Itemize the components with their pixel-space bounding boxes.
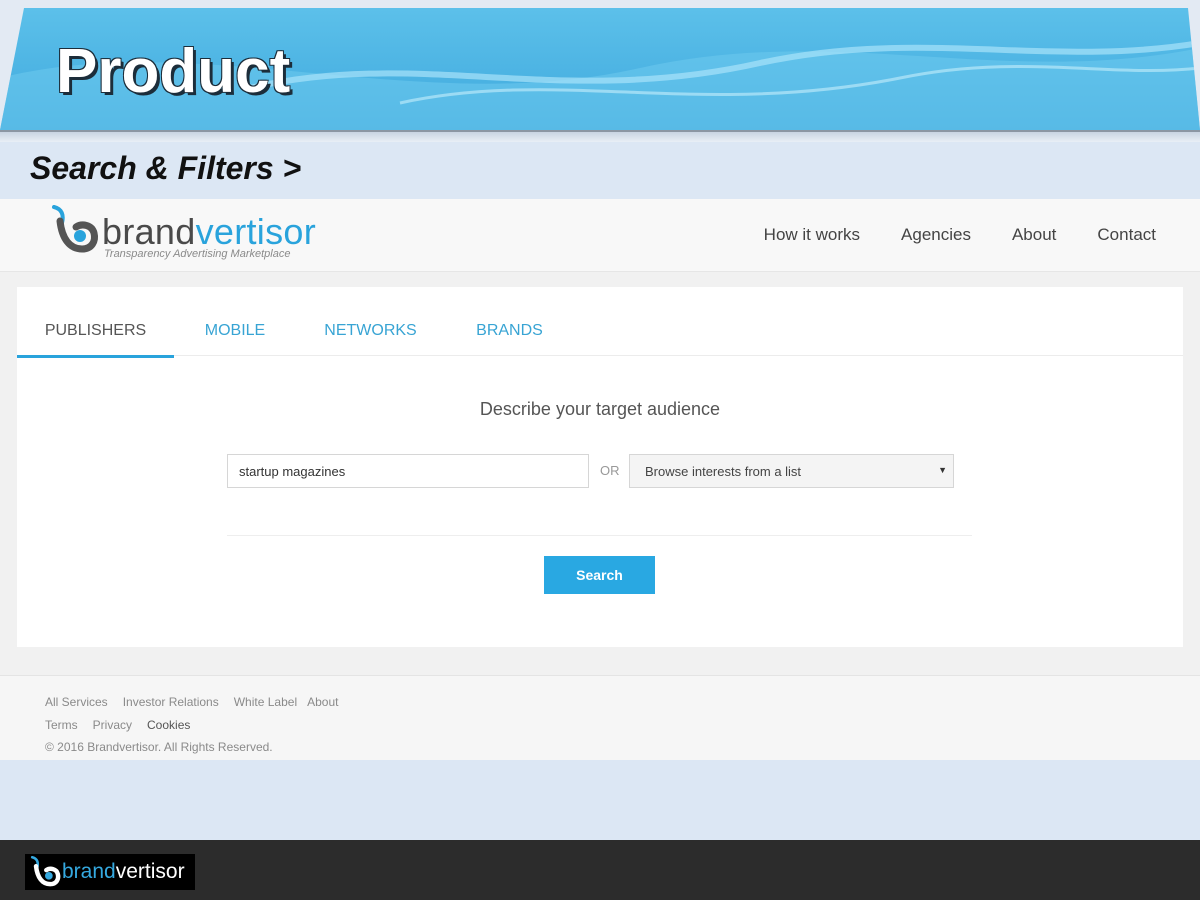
site-header: brandvertisor Transparency Advertising M… (0, 199, 1200, 272)
search-button[interactable]: Search (544, 556, 655, 594)
search-card: PUBLISHERS MOBILE NETWORKS BRANDS Descri… (17, 287, 1183, 647)
footer-logo-word-main: brand (62, 860, 116, 883)
footer-logo-word-accent: vertisor (115, 860, 185, 883)
footer-links-row-2: Terms Privacy Cookies (45, 718, 190, 732)
footer-link-terms[interactable]: Terms (45, 718, 78, 732)
brandvertisor-logo[interactable]: brandvertisor Transparency Advertising M… (48, 205, 328, 261)
footer-brand-logo: brandvertisor (25, 854, 195, 890)
website-screenshot: brandvertisor Transparency Advertising M… (0, 199, 1200, 760)
footer-link-investor-relations[interactable]: Investor Relations (123, 695, 219, 709)
footer-link-cookies[interactable]: Cookies (147, 718, 190, 732)
nav-contact[interactable]: Contact (1097, 225, 1156, 245)
tab-brands[interactable]: BRANDS (462, 309, 557, 355)
search-prompt: Describe your target audience (479, 399, 721, 419)
footer-link-all-services[interactable]: All Services (45, 695, 108, 709)
footer-link-privacy[interactable]: Privacy (93, 718, 132, 732)
slide-title: Product (56, 37, 291, 106)
interests-dropdown[interactable]: Browse interests from a list ▼ (629, 454, 954, 488)
logo-word-main: brand (102, 211, 196, 252)
or-separator: OR (600, 463, 620, 478)
slide-footer-bar: brandvertisor (0, 840, 1200, 900)
site-footer: All Services Investor Relations White La… (0, 675, 1200, 760)
tab-mobile[interactable]: MOBILE (187, 309, 283, 355)
nav-about[interactable]: About (1012, 225, 1056, 245)
brandvertisor-b-logo-icon (52, 205, 98, 253)
logo-word-accent: vertisor (195, 211, 316, 252)
slide-banner: Product (0, 0, 1200, 142)
brandvertisor-b-logo-icon (30, 856, 61, 887)
banner-divider (0, 130, 1200, 142)
footer-links-row-1: All Services Investor Relations White La… (45, 695, 338, 709)
copyright-text: © 2016 Brandvertisor. All Rights Reserve… (45, 740, 273, 754)
tab-publishers[interactable]: PUBLISHERS (17, 309, 174, 358)
caret-down-icon: ▼ (938, 465, 947, 475)
logo-tagline: Transparency Advertising Marketplace (104, 248, 291, 260)
footer-logo-wordmark: brandvertisor (62, 860, 185, 884)
slide-subtitle: Search & Filters > (30, 150, 302, 186)
main-nav: How it works Agencies About Contact (764, 225, 1156, 245)
nav-how-it-works[interactable]: How it works (764, 225, 860, 245)
tab-networks[interactable]: NETWORKS (307, 309, 434, 355)
logo-wordmark: brandvertisor (102, 211, 316, 253)
category-tabs: PUBLISHERS MOBILE NETWORKS BRANDS (17, 309, 1183, 358)
footer-link-white-label[interactable]: White Label (234, 695, 297, 709)
interests-dropdown-value: Browse interests from a list (645, 464, 802, 479)
footer-link-about[interactable]: About (307, 695, 338, 709)
nav-agencies[interactable]: Agencies (901, 225, 971, 245)
form-divider (227, 535, 972, 536)
audience-search-input[interactable] (227, 454, 589, 488)
